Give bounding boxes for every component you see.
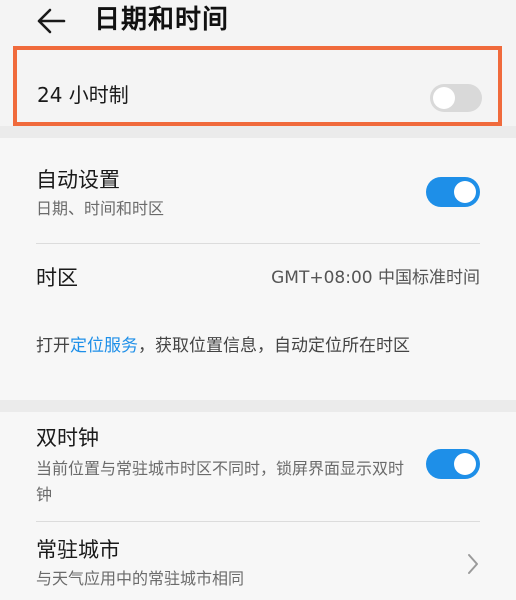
row-divider	[36, 243, 480, 244]
chevron-right-icon	[468, 554, 478, 574]
hour24-label: 24 小时制	[37, 83, 129, 107]
hour24-row[interactable]: 24 小时制	[13, 46, 502, 126]
home-city-title[interactable]: 常驻城市	[36, 536, 120, 564]
toggle-knob	[433, 87, 455, 109]
page-title: 日期和时间	[94, 5, 230, 35]
row-divider	[36, 521, 480, 522]
dual-clock-subtitle: 当前位置与常驻城市时区不同时，锁屏界面显示双时钟	[36, 459, 405, 504]
location-service-link[interactable]: 定位服务	[70, 336, 138, 356]
toggle-knob	[454, 453, 476, 475]
home-city-subtitle: 与天气应用中的常驻城市相同	[36, 569, 245, 588]
back-button[interactable]	[34, 6, 68, 36]
arrow-left-icon	[37, 8, 66, 34]
header: 日期和时间	[0, 0, 516, 44]
timezone-value[interactable]: GMT+08:00 中国标准时间	[271, 266, 480, 290]
auto-set-subtitle: 日期、时间和时区	[36, 199, 165, 218]
date-time-settings-screen: 日期和时间 24 小时制 自动设置 日期、时间和时区 时区 GMT+08:00 …	[0, 0, 516, 600]
section-divider	[0, 126, 516, 138]
hour24-toggle[interactable]	[430, 84, 482, 112]
location-note: 打开定位服务，获取位置信息，自动定位所在时区	[36, 330, 476, 362]
timezone-title[interactable]: 时区	[36, 264, 78, 292]
dual-clock-toggle[interactable]	[426, 449, 480, 479]
home-city-chevron[interactable]	[466, 552, 480, 576]
location-note-prefix: 打开	[36, 336, 70, 356]
toggle-knob	[454, 181, 476, 203]
auto-set-toggle[interactable]	[426, 177, 480, 207]
dual-clock-title: 双时钟	[36, 426, 99, 450]
auto-set-title: 自动设置	[36, 168, 120, 192]
location-note-suffix: ，获取位置信息，自动定位所在时区	[138, 336, 410, 356]
section-divider	[0, 400, 516, 412]
